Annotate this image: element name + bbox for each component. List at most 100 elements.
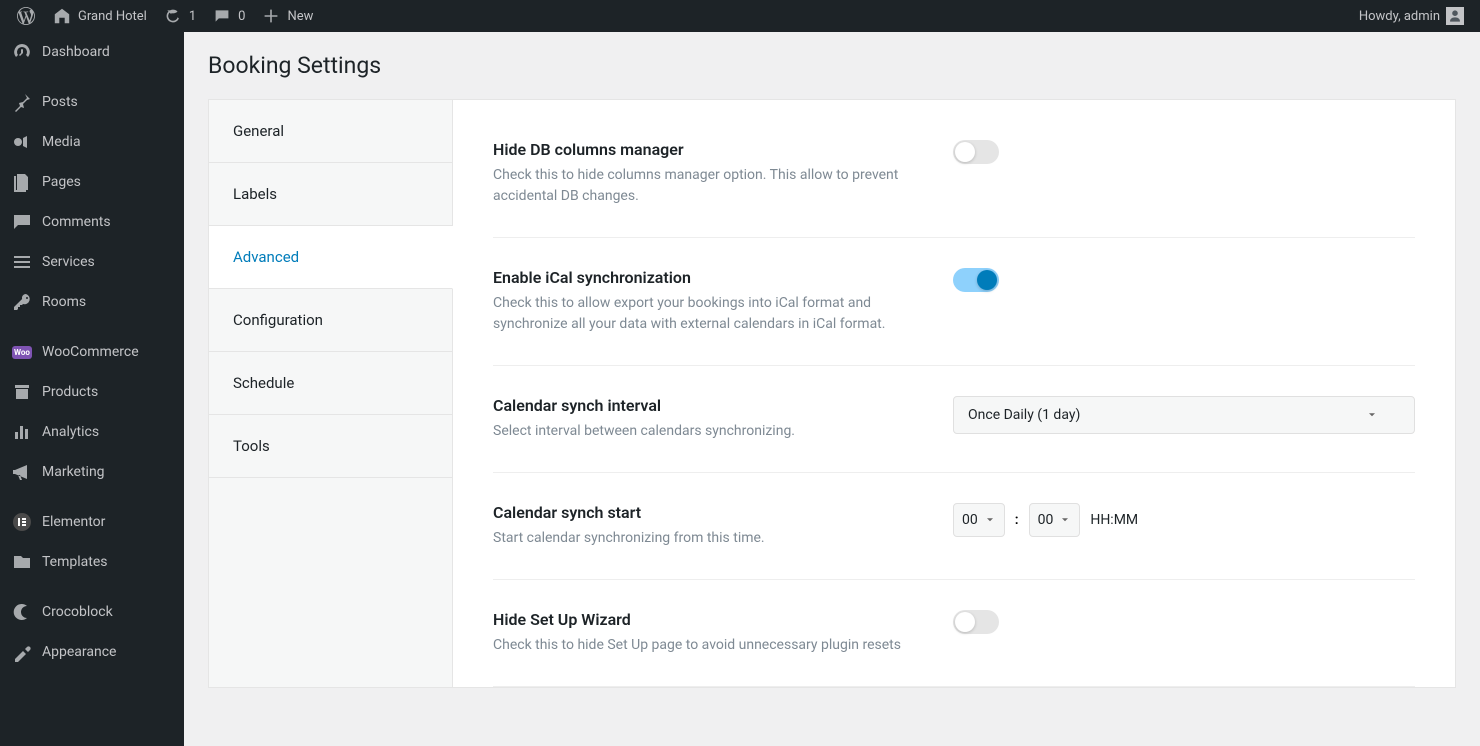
sidebar-item-services[interactable]: Services xyxy=(0,242,184,282)
updates-link[interactable]: 1 xyxy=(155,0,204,32)
pin-icon xyxy=(12,92,32,112)
plus-icon xyxy=(261,6,281,26)
pages-icon xyxy=(12,172,32,192)
sidebar-item-label: Marketing xyxy=(42,464,105,480)
setting-synch-start: Calendar synch start Start calendar sync… xyxy=(493,473,1415,580)
elementor-icon xyxy=(12,512,32,532)
appearance-icon xyxy=(12,642,32,662)
chevron-down-icon xyxy=(1059,514,1071,526)
chevron-down-icon xyxy=(1366,409,1378,421)
settings-container: General Labels Advanced Configuration Sc… xyxy=(208,99,1456,688)
time-format-label: HH:MM xyxy=(1090,512,1138,528)
sidebar-item-label: Appearance xyxy=(42,644,116,660)
settings-tabs: General Labels Advanced Configuration Sc… xyxy=(209,100,453,687)
sidebar-item-pages[interactable]: Pages xyxy=(0,162,184,202)
templates-icon xyxy=(12,552,32,572)
sidebar-item-label: Pages xyxy=(42,174,81,190)
setting-title: Hide Set Up Wizard xyxy=(493,610,913,629)
setting-desc: Start calendar synchronizing from this t… xyxy=(493,528,913,549)
sidebar-item-media[interactable]: Media xyxy=(0,122,184,162)
user-menu[interactable]: Howdy, admin xyxy=(1359,7,1472,25)
setting-ical: Enable iCal synchronization Check this t… xyxy=(493,238,1415,366)
avatar xyxy=(1446,7,1464,25)
main-content: Booking Settings General Labels Advanced… xyxy=(184,32,1480,746)
setting-desc: Check this to allow export your bookings… xyxy=(493,293,913,335)
sidebar-item-elementor[interactable]: Elementor xyxy=(0,502,184,542)
sidebar-item-appearance[interactable]: Appearance xyxy=(0,632,184,672)
sidebar-item-label: Products xyxy=(42,384,98,400)
sidebar-item-label: Crocoblock xyxy=(42,604,113,620)
sidebar-item-label: Posts xyxy=(42,94,78,110)
hours-value: 00 xyxy=(962,512,978,528)
site-name: Grand Hotel xyxy=(78,9,147,24)
sidebar-item-rooms[interactable]: Rooms xyxy=(0,282,184,322)
hide-db-toggle[interactable] xyxy=(953,140,999,164)
hide-wizard-toggle[interactable] xyxy=(953,610,999,634)
updates-count: 1 xyxy=(189,9,196,24)
setting-desc: Check this to hide Set Up page to avoid … xyxy=(493,635,913,656)
sidebar-item-label: Services xyxy=(42,254,95,270)
page-title: Booking Settings xyxy=(208,52,1456,79)
tab-tools[interactable]: Tools xyxy=(209,415,452,478)
setting-label-block: Calendar synch interval Select interval … xyxy=(493,396,913,442)
setting-desc: Check this to hide columns manager optio… xyxy=(493,165,913,207)
new-link[interactable]: New xyxy=(253,0,321,32)
greeting: Howdy, admin xyxy=(1359,9,1440,24)
setting-control xyxy=(953,610,1415,656)
sidebar-item-label: Templates xyxy=(42,554,108,570)
setting-title: Hide DB columns manager xyxy=(493,140,913,159)
sidebar-item-label: Media xyxy=(42,134,81,150)
sidebar-item-dashboard[interactable]: Dashboard xyxy=(0,32,184,72)
sidebar-item-woocommerce[interactable]: Woo WooCommerce xyxy=(0,332,184,372)
chevron-down-icon xyxy=(984,514,996,526)
sidebar-item-analytics[interactable]: Analytics xyxy=(0,412,184,452)
sidebar-item-marketing[interactable]: Marketing xyxy=(0,452,184,492)
list-icon xyxy=(12,252,32,272)
time-row: 00 : 00 HH:MM xyxy=(953,503,1138,537)
settings-panel: Hide DB columns manager Check this to hi… xyxy=(453,100,1455,687)
setting-control xyxy=(953,268,1415,335)
tab-labels[interactable]: Labels xyxy=(209,163,452,226)
products-icon xyxy=(12,382,32,402)
ical-toggle[interactable] xyxy=(953,268,999,292)
comments-link[interactable]: 0 xyxy=(204,0,253,32)
sidebar-item-crocoblock[interactable]: Crocoblock xyxy=(0,592,184,632)
site-name-link[interactable]: Grand Hotel xyxy=(44,0,155,32)
sidebar-item-posts[interactable]: Posts xyxy=(0,82,184,122)
setting-label-block: Enable iCal synchronization Check this t… xyxy=(493,268,913,335)
marketing-icon xyxy=(12,462,32,482)
interval-value: Once Daily (1 day) xyxy=(968,407,1080,423)
wp-logo[interactable] xyxy=(8,0,44,32)
admin-sidebar: Dashboard Posts Media Pages Comments Ser… xyxy=(0,32,184,746)
setting-title: Calendar synch start xyxy=(493,503,913,522)
sidebar-item-label: Analytics xyxy=(42,424,99,440)
comments-icon xyxy=(12,212,32,232)
crocoblock-icon xyxy=(12,602,32,622)
interval-select[interactable]: Once Daily (1 day) xyxy=(953,396,1415,434)
minutes-select[interactable]: 00 xyxy=(1029,503,1081,537)
setting-interval: Calendar synch interval Select interval … xyxy=(493,366,1415,473)
sidebar-item-products[interactable]: Products xyxy=(0,372,184,412)
hours-select[interactable]: 00 xyxy=(953,503,1005,537)
new-label: New xyxy=(287,9,313,24)
sidebar-item-comments[interactable]: Comments xyxy=(0,202,184,242)
tab-general[interactable]: General xyxy=(209,100,452,163)
setting-desc: Select interval between calendars synchr… xyxy=(493,421,913,442)
time-separator: : xyxy=(1015,512,1019,528)
tab-schedule[interactable]: Schedule xyxy=(209,352,452,415)
media-icon xyxy=(12,132,32,152)
admin-bar: Grand Hotel 1 0 New Howdy, admin xyxy=(0,0,1480,32)
dashboard-icon xyxy=(12,42,32,62)
setting-title: Calendar synch interval xyxy=(493,396,913,415)
comment-icon xyxy=(212,6,232,26)
sidebar-item-templates[interactable]: Templates xyxy=(0,542,184,582)
setting-control xyxy=(953,140,1415,207)
sidebar-item-label: Elementor xyxy=(42,514,105,530)
sidebar-item-label: Comments xyxy=(42,214,111,230)
comments-count: 0 xyxy=(238,9,245,24)
setting-hide-wizard: Hide Set Up Wizard Check this to hide Se… xyxy=(493,580,1415,687)
key-icon xyxy=(12,292,32,312)
sidebar-item-label: Rooms xyxy=(42,294,86,310)
tab-configuration[interactable]: Configuration xyxy=(209,289,452,352)
tab-advanced[interactable]: Advanced xyxy=(209,226,453,289)
